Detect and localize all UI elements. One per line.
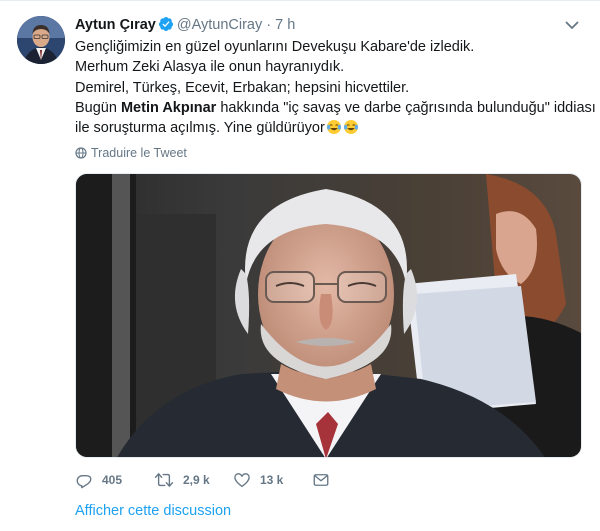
author-avatar[interactable]: [17, 16, 65, 64]
tweet-line: Merhum Zeki Alasya ile onun hayranıydık.: [75, 59, 345, 76]
tweet-photo[interactable]: [75, 173, 582, 458]
retweet-button[interactable]: 2,9 k: [154, 471, 233, 489]
envelope-icon: [313, 474, 329, 486]
tweet-line-segment: Bugün: [75, 99, 121, 116]
tweet-line: ile soruşturma açılmış. Yine güldürüyor: [75, 118, 585, 138]
header-separator: ·: [266, 17, 272, 33]
avatar-photo: [17, 16, 65, 64]
tweet-line-segment: hakkında "iç savaş ve darbe çağrısında b…: [216, 99, 596, 116]
like-button[interactable]: 13 k: [233, 471, 312, 489]
mentioned-person: Metin Akpınar: [120, 99, 217, 116]
reply-icon: [76, 474, 92, 489]
tweet-line: Bugün Metin Akpınar hakkında "iç savaş v…: [75, 98, 596, 118]
tears-of-joy-emoji-icon: [343, 119, 359, 135]
tweet-line: Gençliğimizin en güzel oyunlarını Deveku…: [75, 39, 475, 55]
tweet-actions: 405 2,9 k 13 k: [75, 469, 339, 491]
translate-tweet-link[interactable]: Traduire le Tweet: [75, 146, 187, 160]
heart-icon: [234, 473, 250, 488]
tweet-card: Aytun Çıray @AytunCiray · 7 h Gençliğimiz…: [0, 0, 600, 531]
direct-message-button[interactable]: [312, 471, 339, 489]
show-discussion-link[interactable]: Afficher cette discussion: [75, 503, 231, 519]
tweet-line-segment: ile soruşturma açılmış. Yine güldürüyor: [75, 120, 325, 137]
translate-label: Traduire le Tweet: [91, 146, 187, 160]
reply-button[interactable]: 405: [75, 471, 154, 489]
tweet-line: Demirel, Türkeş, Ecevit, Erbakan; hepsin…: [75, 79, 410, 96]
retweet-icon: [154, 473, 174, 487]
tweet-header: Aytun Çıray @AytunCiray · 7 h: [75, 15, 295, 38]
tweet-timestamp[interactable]: 7 h: [275, 17, 295, 33]
like-count: 13 k: [260, 473, 284, 487]
reply-count: 405: [102, 473, 123, 487]
globe-icon: [75, 147, 87, 159]
author-name[interactable]: Aytun Çıray: [75, 17, 156, 33]
author-handle[interactable]: @AytunCiray: [177, 17, 262, 33]
photo-image: [76, 174, 581, 457]
more-options-chevron-down-icon[interactable]: [564, 17, 580, 33]
tweet-text: Gençliğimizin en güzel oyunlarını Deveku…: [75, 37, 596, 138]
tears-of-joy-emoji-icon: [326, 119, 342, 135]
retweet-count: 2,9 k: [183, 473, 210, 487]
verified-badge-icon: [158, 16, 174, 38]
